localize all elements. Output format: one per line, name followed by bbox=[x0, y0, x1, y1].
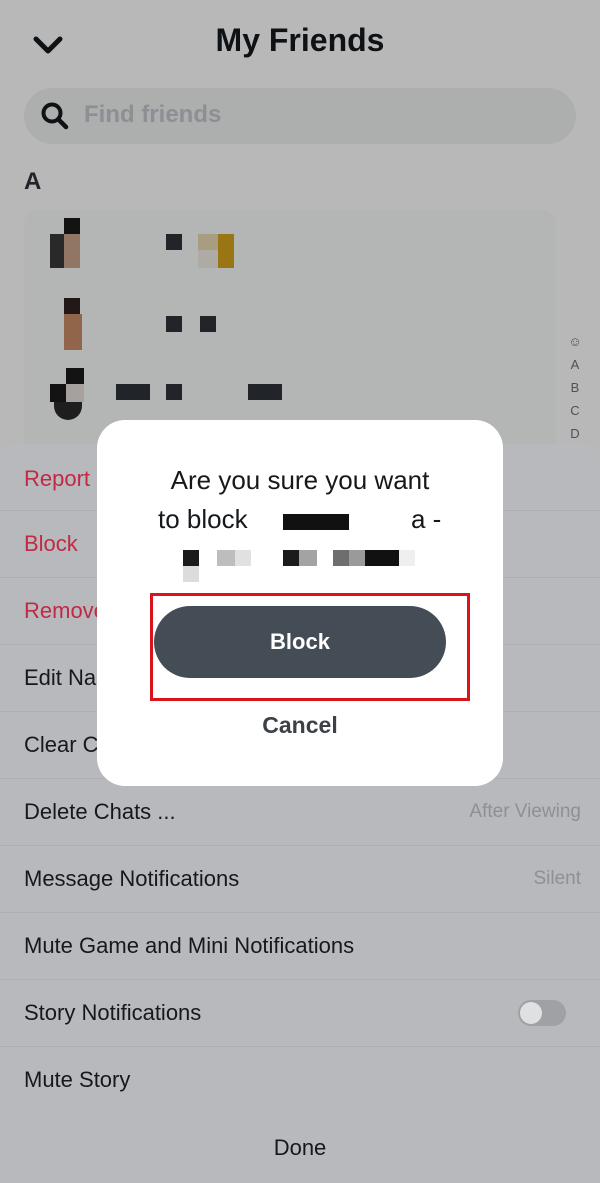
cancel-button[interactable]: Cancel bbox=[97, 712, 503, 739]
dialog-line-2-suffix: a - bbox=[411, 504, 442, 534]
block-label: Block bbox=[24, 531, 78, 556]
delete-chats-row[interactable]: Delete Chats ... After Viewing bbox=[0, 779, 600, 846]
toggle-knob bbox=[520, 1002, 542, 1024]
done-button[interactable]: Done bbox=[0, 1135, 600, 1161]
mute-story-label: Mute Story bbox=[24, 1067, 131, 1092]
clear-label: Clear C bbox=[24, 732, 99, 757]
block-confirm-dialog: Are you sure you want to block a - Block… bbox=[97, 420, 503, 786]
story-notifications-label: Story Notifications bbox=[24, 1000, 202, 1025]
redacted-username bbox=[283, 514, 349, 530]
mute-game-notifications-row[interactable]: Mute Game and Mini Notifications bbox=[0, 913, 600, 980]
dialog-line-2-prefix: to block bbox=[158, 504, 248, 534]
dialog-line-1: Are you sure you want bbox=[170, 465, 430, 495]
redacted-display-name bbox=[183, 550, 423, 584]
edit-name-label: Edit Na bbox=[24, 665, 97, 690]
message-notifications-row[interactable]: Message Notifications Silent bbox=[0, 846, 600, 913]
story-notifications-row[interactable]: Story Notifications bbox=[0, 980, 600, 1047]
remove-label: Remove bbox=[24, 598, 106, 623]
report-label: Report bbox=[24, 466, 91, 491]
message-notifications-label: Message Notifications bbox=[24, 866, 240, 891]
story-notifications-toggle[interactable] bbox=[518, 1000, 566, 1026]
delete-chats-label: Delete Chats ... bbox=[24, 799, 176, 824]
mute-story-row[interactable]: Mute Story bbox=[0, 1047, 600, 1114]
message-notifications-value: Silent bbox=[533, 868, 581, 889]
mute-game-label: Mute Game and Mini Notifications bbox=[24, 933, 355, 958]
block-button[interactable]: Block bbox=[154, 606, 446, 678]
delete-chats-value: After Viewing bbox=[469, 801, 581, 822]
